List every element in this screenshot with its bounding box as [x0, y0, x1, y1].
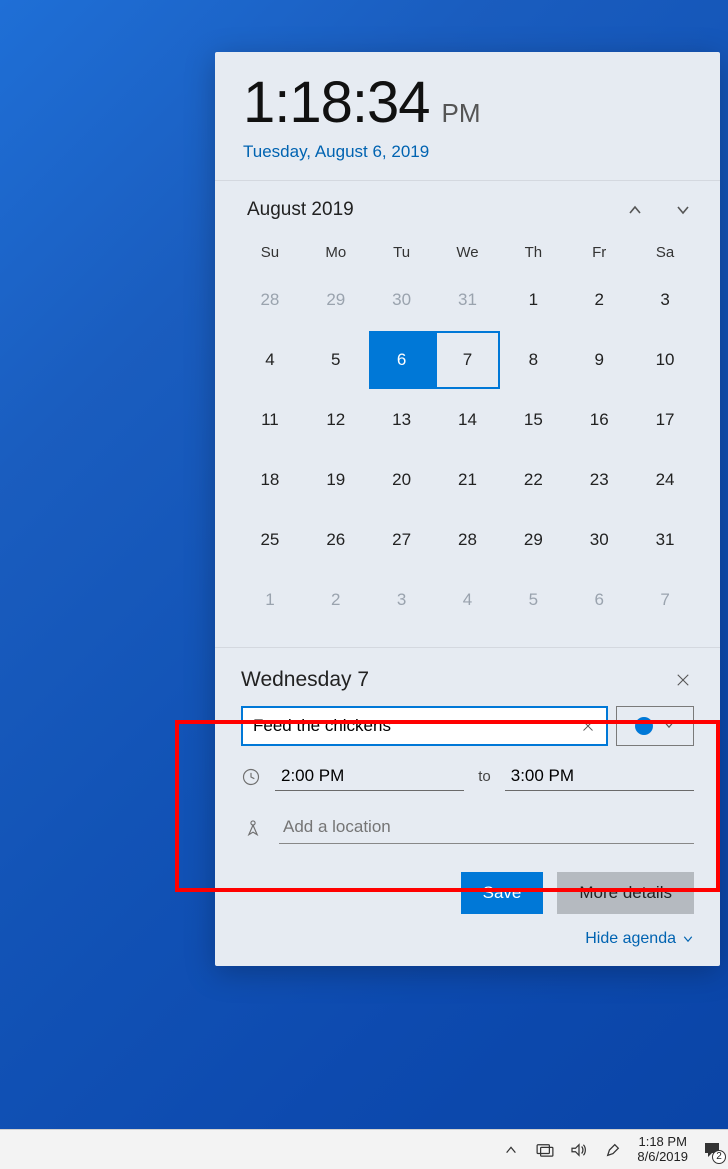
start-time-input[interactable]	[275, 762, 464, 791]
calendar-day-cell[interactable]: 18	[237, 451, 303, 509]
calendar-day-cell[interactable]: 27	[369, 511, 435, 569]
calendar-day-cell[interactable]: 25	[237, 511, 303, 569]
tray-clock[interactable]: 1:18 PM 8/6/2019	[637, 1135, 688, 1164]
close-event-button[interactable]	[672, 669, 694, 691]
clock-ampm: PM	[442, 100, 481, 126]
calendar-day-cell[interactable]: 31	[435, 271, 501, 329]
event-title-input[interactable]	[253, 716, 576, 736]
tray-date-label: 8/6/2019	[637, 1150, 688, 1164]
calendar-day-cell[interactable]: 15	[500, 391, 566, 449]
pen-icon[interactable]	[603, 1140, 623, 1160]
calendar-day-cell[interactable]: 3	[369, 571, 435, 629]
end-time-input[interactable]	[505, 762, 694, 791]
more-details-button[interactable]: More details	[557, 872, 694, 914]
calendar-day-cell[interactable]: 30	[566, 511, 632, 569]
calendar-day-cell[interactable]: 4	[237, 331, 303, 389]
day-of-week-header: Tu	[369, 235, 435, 269]
event-title-field[interactable]	[241, 706, 608, 746]
calendar-day-cell[interactable]: 17	[632, 391, 698, 449]
calendar-grid: SuMoTuWeThFrSa28293031123456789101112131…	[237, 235, 698, 629]
calendar-day-cell[interactable]: 30	[369, 271, 435, 329]
calendar-day-cell[interactable]: 2	[566, 271, 632, 329]
next-month-button[interactable]	[674, 201, 692, 219]
hide-agenda-label: Hide agenda	[585, 930, 676, 948]
day-of-week-header: Sa	[632, 235, 698, 269]
calendar-day-cell[interactable]: 7	[632, 571, 698, 629]
calendar-day-cell[interactable]: 29	[303, 271, 369, 329]
calendar-day-cell[interactable]: 26	[303, 511, 369, 569]
calendar-day-cell[interactable]: 29	[500, 511, 566, 569]
save-button[interactable]: Save	[461, 872, 544, 914]
clear-title-button[interactable]	[576, 714, 600, 738]
calendar-day-cell[interactable]: 12	[303, 391, 369, 449]
notification-badge: 2	[712, 1150, 726, 1164]
tray-time-label: 1:18 PM	[638, 1135, 686, 1149]
calendar-month-label[interactable]: August 2019	[247, 199, 354, 221]
calendar-day-cell[interactable]: 31	[632, 511, 698, 569]
calendar-flyout: 1:18:34 PM Tuesday, August 6, 2019 Augus…	[215, 52, 720, 966]
calendar-day-cell[interactable]: 1	[500, 271, 566, 329]
calendar-day-cell[interactable]: 10	[632, 331, 698, 389]
prev-month-button[interactable]	[626, 201, 644, 219]
calendar-day-cell[interactable]: 11	[237, 391, 303, 449]
calendar-color-picker[interactable]	[616, 706, 694, 746]
to-label: to	[478, 768, 491, 785]
calendar-day-cell[interactable]: 16	[566, 391, 632, 449]
calendar-day-cell[interactable]: 2	[303, 571, 369, 629]
calendar-day-cell[interactable]: 28	[237, 271, 303, 329]
event-create-section: Wednesday 7 to	[215, 648, 720, 805]
location-input[interactable]	[279, 811, 694, 844]
calendar-day-cell[interactable]: 4	[435, 571, 501, 629]
date-settings-link[interactable]: Tuesday, August 6, 2019	[243, 142, 692, 162]
taskbar: 1:18 PM 8/6/2019 2	[0, 1129, 728, 1169]
day-of-week-header: Th	[500, 235, 566, 269]
action-center-icon[interactable]: 2	[702, 1140, 722, 1160]
clock-time: 1:18:34	[243, 74, 430, 132]
calendar-day-cell[interactable]: 5	[500, 571, 566, 629]
calendar-color-dot-icon	[635, 717, 653, 735]
calendar-day-cell[interactable]: 7	[435, 331, 501, 389]
calendar-day-cell[interactable]: 13	[369, 391, 435, 449]
calendar-day-cell[interactable]: 21	[435, 451, 501, 509]
calendar-day-cell[interactable]: 6	[566, 571, 632, 629]
volume-icon[interactable]	[569, 1140, 589, 1160]
day-of-week-header: Su	[237, 235, 303, 269]
selected-day-label: Wednesday 7	[241, 668, 369, 692]
clock-block: 1:18:34 PM Tuesday, August 6, 2019	[215, 52, 720, 181]
calendar-day-cell[interactable]: 24	[632, 451, 698, 509]
calendar-panel: August 2019 SuMoTuWeThFrSa28293031123456…	[215, 181, 720, 648]
calendar-day-cell[interactable]: 6	[369, 331, 435, 389]
day-of-week-header: Fr	[566, 235, 632, 269]
calendar-day-cell[interactable]: 14	[435, 391, 501, 449]
calendar-day-cell[interactable]: 20	[369, 451, 435, 509]
day-of-week-header: We	[435, 235, 501, 269]
hide-agenda-link[interactable]: Hide agenda	[215, 926, 720, 966]
calendar-day-cell[interactable]: 9	[566, 331, 632, 389]
calendar-day-cell[interactable]: 19	[303, 451, 369, 509]
day-of-week-header: Mo	[303, 235, 369, 269]
input-language-icon[interactable]	[535, 1140, 555, 1160]
calendar-day-cell[interactable]: 22	[500, 451, 566, 509]
calendar-day-cell[interactable]: 1	[237, 571, 303, 629]
chevron-down-icon	[663, 718, 675, 734]
calendar-day-cell[interactable]: 8	[500, 331, 566, 389]
calendar-day-cell[interactable]: 23	[566, 451, 632, 509]
calendar-day-cell[interactable]: 5	[303, 331, 369, 389]
tray-overflow-icon[interactable]	[501, 1140, 521, 1160]
calendar-day-cell[interactable]: 28	[435, 511, 501, 569]
calendar-day-cell[interactable]: 3	[632, 271, 698, 329]
clock-icon	[241, 765, 261, 789]
location-icon	[241, 816, 265, 840]
